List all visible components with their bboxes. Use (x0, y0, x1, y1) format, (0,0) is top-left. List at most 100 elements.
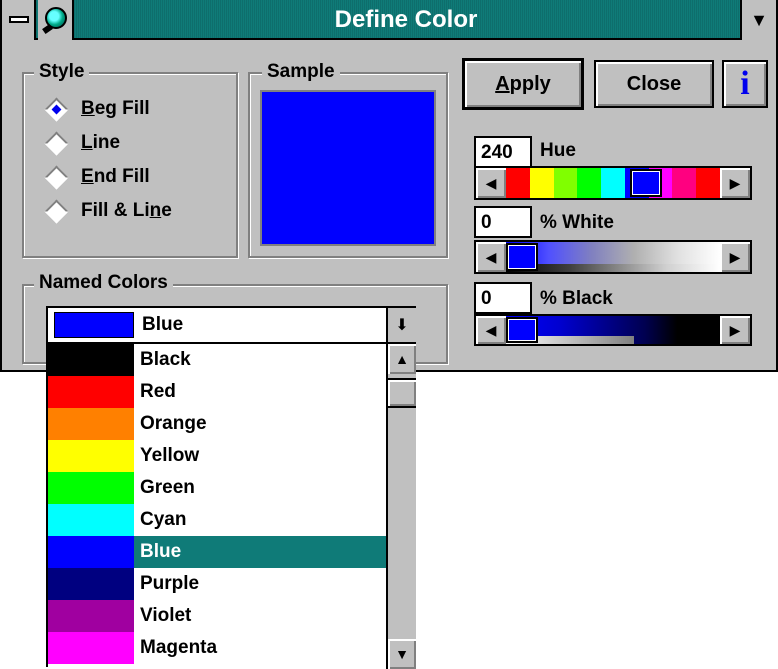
style-option-label: Fill & Line (81, 200, 172, 222)
hue-thumb[interactable] (630, 169, 663, 197)
scroll-down-button[interactable]: ▼ (388, 639, 416, 669)
color-swatch (48, 600, 134, 632)
color-swatch (48, 440, 134, 472)
style-option-label: Line (81, 132, 120, 154)
hue-segment (601, 168, 625, 198)
hue-segment (696, 168, 720, 198)
system-menu-button[interactable] (2, 0, 36, 40)
color-list-item[interactable]: Violet (48, 600, 386, 632)
scroll-thumb[interactable] (388, 378, 416, 408)
info-button[interactable]: i (722, 60, 768, 108)
close-label: Close (626, 72, 682, 95)
accelerator-key: E (81, 166, 94, 187)
white-track[interactable] (506, 242, 720, 272)
selected-color-swatch (54, 312, 134, 338)
black-right-button[interactable]: ▶ (720, 316, 750, 344)
title-bar[interactable]: Define Color ▼ (2, 0, 776, 40)
color-name: Violet (140, 605, 192, 626)
color-list-item[interactable]: Red (48, 376, 386, 408)
black-value[interactable]: 0 (474, 282, 532, 314)
radio-unchecked-icon (44, 198, 69, 224)
white-thumb[interactable] (506, 243, 538, 271)
white-label: % White (540, 212, 614, 233)
combobox-dropdown-button[interactable]: ⬇ (386, 308, 416, 342)
color-swatch (48, 536, 134, 568)
left-arrow-icon: ◀ (485, 321, 497, 338)
black-slider[interactable]: ◀ ▶ (474, 314, 752, 346)
app-icon (38, 0, 74, 40)
radio-checked-icon (44, 96, 69, 122)
white-right-button[interactable]: ▶ (720, 242, 750, 272)
named-colors-list[interactable]: Black Red Orange Yellow Green Cyan Blue Purple V… (46, 342, 416, 669)
up-arrow-icon: ▲ (395, 351, 409, 367)
named-colors-label: Named Colors (34, 272, 173, 294)
color-list-item[interactable]: Orange (48, 408, 386, 440)
color-list-item[interactable]: Black (48, 344, 386, 376)
label-part: Fill & Li (81, 200, 150, 221)
black-left-button[interactable]: ◀ (476, 316, 506, 344)
color-list-item[interactable]: Magenta (48, 632, 386, 664)
hue-left-button[interactable]: ◀ (476, 168, 506, 198)
color-swatch (48, 568, 134, 600)
color-swatch (48, 376, 134, 408)
scroll-up-button[interactable]: ▲ (388, 344, 416, 374)
down-arrow-icon: ▼ (395, 646, 409, 662)
left-arrow-icon: ◀ (485, 248, 497, 265)
style-option-2[interactable]: End Fill (44, 162, 234, 192)
color-name: Red (140, 381, 176, 402)
color-name: Yellow (140, 445, 200, 466)
black-thumb[interactable] (506, 317, 538, 343)
color-name: Purple (140, 573, 200, 594)
hue-segment (577, 168, 602, 198)
color-list-item[interactable]: Cyan (48, 504, 386, 536)
style-option-0[interactable]: Beg Fill (44, 94, 234, 124)
radio-unchecked-icon (44, 164, 69, 190)
accelerator-key: n (149, 200, 162, 221)
left-arrow-icon: ◀ (485, 174, 497, 191)
black-track[interactable] (506, 316, 720, 344)
right-arrow-icon: ▶ (729, 174, 741, 191)
down-arrow-icon: ▼ (750, 9, 768, 30)
hue-label: Hue (540, 140, 576, 161)
style-options: Beg Fill Line End Fill Fill & Line (44, 94, 234, 230)
color-swatch (48, 408, 134, 440)
color-swatch (48, 472, 134, 504)
color-swatch (48, 344, 134, 376)
info-icon: i (740, 65, 750, 102)
color-name: Green (140, 477, 195, 498)
color-list-item[interactable]: Yellow (48, 440, 386, 472)
hue-track[interactable] (506, 168, 720, 198)
white-left-button[interactable]: ◀ (476, 242, 506, 272)
apply-accelerator: A (495, 72, 510, 95)
dropdown-arrow-icon: ⬇ (395, 317, 409, 334)
color-name: Black (140, 349, 191, 370)
color-list-item[interactable]: Blue (48, 536, 386, 568)
hue-value[interactable]: 240 (474, 136, 532, 168)
maximize-button[interactable]: ▼ (740, 0, 776, 40)
list-scrollbar[interactable]: ▲ ▼ (386, 344, 416, 669)
style-option-label: End Fill (81, 166, 150, 188)
hue-slider[interactable]: ◀ ▶ (474, 166, 752, 200)
radio-unchecked-icon (44, 130, 69, 156)
named-colors-combobox[interactable]: Blue ⬇ (46, 306, 416, 344)
white-value[interactable]: 0 (474, 206, 532, 238)
hue-segment (672, 168, 697, 198)
close-button[interactable]: Close (594, 60, 714, 108)
style-option-3[interactable]: Fill & Line (44, 196, 234, 226)
color-list-item[interactable]: Green (48, 472, 386, 504)
color-name: Cyan (140, 509, 187, 530)
color-name: Magenta (140, 637, 218, 658)
white-slider[interactable]: ◀ ▶ (474, 240, 752, 274)
hue-right-button[interactable]: ▶ (720, 168, 750, 198)
sample-swatch (260, 90, 436, 246)
apply-button[interactable]: Apply (462, 58, 584, 110)
label-part: eg Fill (94, 98, 150, 119)
style-option-1[interactable]: Line (44, 128, 234, 158)
accelerator-key: L (81, 132, 93, 153)
style-group-label: Style (34, 61, 90, 83)
style-option-label: Beg Fill (81, 98, 150, 120)
system-menu-icon (9, 16, 29, 23)
color-list-item[interactable]: Purple (48, 568, 386, 600)
hue-segment (529, 168, 554, 198)
window-title: Define Color (334, 6, 478, 33)
